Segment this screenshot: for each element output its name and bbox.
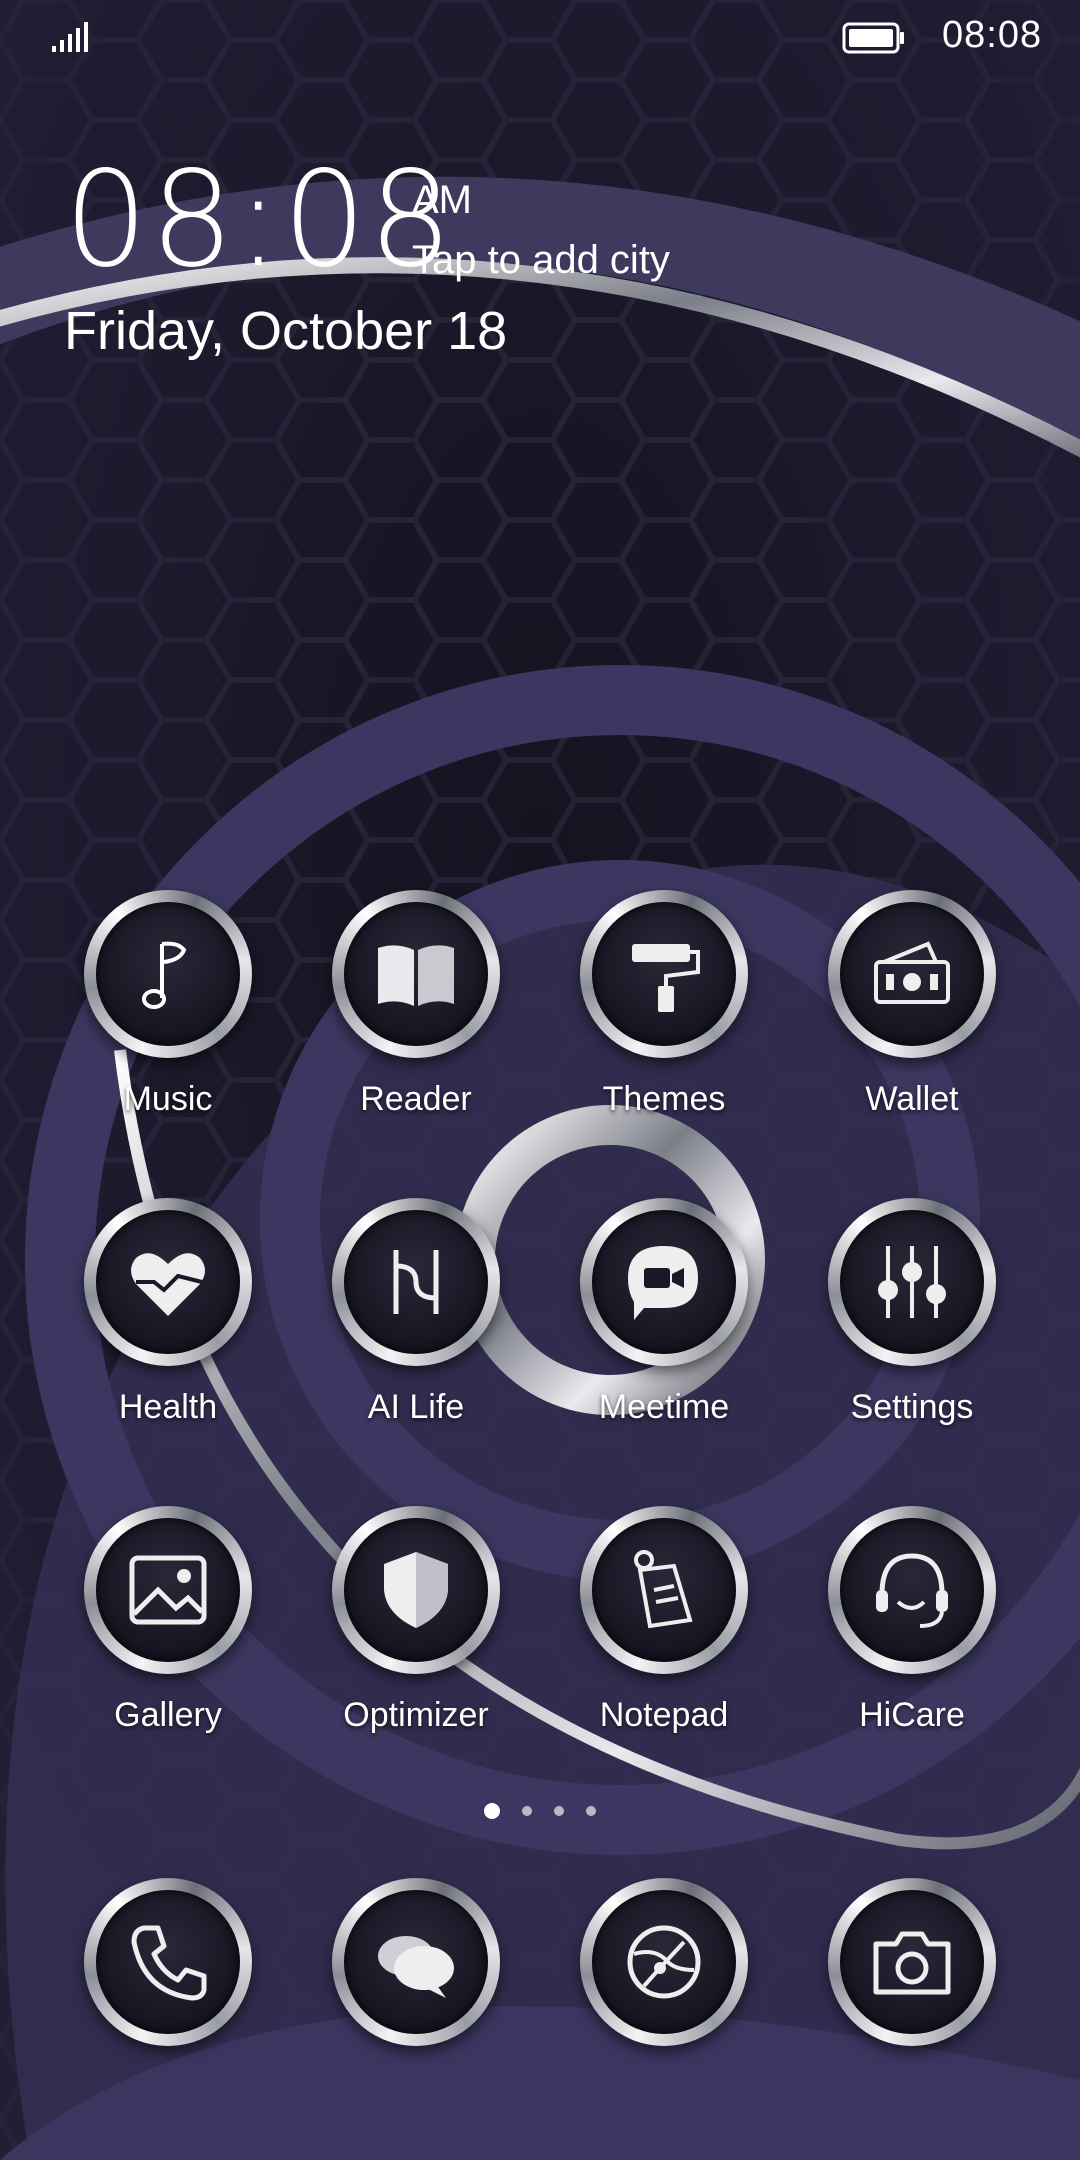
clock-ampm: AM: [412, 178, 472, 222]
page-dot[interactable]: [586, 1806, 596, 1816]
app-icon-frame: [580, 890, 748, 1058]
app-icon-frame: [828, 890, 996, 1058]
app-label: Reader: [360, 1080, 472, 1118]
app-label: Health: [118, 1388, 218, 1426]
app-wallet[interactable]: Wallet: [788, 890, 1036, 1150]
app-icon-frame: [828, 1198, 996, 1366]
app-themes[interactable]: Themes: [540, 890, 788, 1150]
book-icon: [378, 945, 454, 1006]
dock-browser[interactable]: [540, 1878, 788, 2050]
browser-icon: [627, 1925, 701, 1999]
dock-phone[interactable]: [44, 1878, 292, 2050]
app-icon-frame: [332, 1506, 500, 1674]
music-note-icon: [142, 941, 187, 1009]
app-icon-frame: [84, 890, 252, 1058]
page-dot[interactable]: [522, 1806, 532, 1816]
app-icon-frame: [828, 1506, 996, 1674]
video-chat-icon: [628, 1246, 698, 1320]
wallet-icon: [874, 941, 950, 1004]
camera-icon: [873, 1931, 951, 1995]
app-ai-life[interactable]: AI Life: [292, 1198, 540, 1458]
app-label: Settings: [850, 1388, 974, 1426]
app-label: Themes: [602, 1080, 726, 1118]
app-label: Notepad: [599, 1696, 729, 1734]
app-label: Wallet: [865, 1080, 959, 1118]
status-bar: 08:08: [0, 0, 1080, 70]
app-icon-frame: [580, 1878, 748, 2046]
app-icon-frame: [580, 1198, 748, 1366]
app-label: Gallery: [114, 1696, 222, 1734]
app-icon-frame: [84, 1506, 252, 1674]
app-label: Music: [123, 1080, 213, 1118]
notepad-icon: [634, 1550, 693, 1629]
dock-messages[interactable]: [292, 1878, 540, 2050]
app-music[interactable]: Music: [44, 890, 292, 1150]
app-icon-frame: [580, 1506, 748, 1674]
clock-date: Friday, October 18: [64, 301, 508, 361]
heart-icon: [131, 1253, 205, 1316]
app-optimizer[interactable]: Optimizer: [292, 1506, 540, 1766]
app-label: HiCare: [859, 1696, 965, 1734]
app-hicare[interactable]: HiCare: [788, 1506, 1036, 1766]
app-icon-frame: [332, 1878, 500, 2046]
app-settings[interactable]: Settings: [788, 1198, 1036, 1458]
shield-icon: [384, 1552, 448, 1628]
app-icon-frame: [332, 1198, 500, 1366]
app-label: Optimizer: [343, 1696, 489, 1734]
app-icon-frame: [332, 890, 500, 1058]
app-label: AI Life: [367, 1388, 465, 1426]
status-time: 08:08: [942, 14, 1043, 56]
page-dot[interactable]: [554, 1806, 564, 1816]
page-dot-active[interactable]: [484, 1803, 500, 1819]
app-meetime[interactable]: Meetime: [540, 1198, 788, 1458]
app-label: Meetime: [598, 1388, 730, 1426]
sliders-icon: [878, 1246, 946, 1318]
app-icon-frame: [828, 1878, 996, 2046]
page-indicator[interactable]: [480, 1802, 610, 1822]
messages-icon: [378, 1936, 454, 1998]
paint-roller-icon: [632, 944, 700, 1012]
battery-icon: [842, 22, 904, 54]
app-health[interactable]: Health: [44, 1198, 292, 1458]
clock-widget[interactable]: 08:08 AM Tap to add city Friday, October…: [64, 150, 784, 370]
phone-icon: [131, 1925, 207, 2001]
ai-life-icon: [393, 1250, 439, 1314]
app-notepad[interactable]: Notepad: [540, 1506, 788, 1766]
image-icon: [129, 1555, 207, 1625]
clock-time: 08:08: [64, 143, 455, 297]
add-city-link[interactable]: Tap to add city: [412, 238, 670, 283]
app-icon-frame: [84, 1878, 252, 2046]
app-icon-frame: [84, 1198, 252, 1366]
app-reader[interactable]: Reader: [292, 890, 540, 1150]
signal-strength-icon: [52, 22, 88, 52]
headset-icon: [876, 1553, 948, 1628]
dock-camera[interactable]: [788, 1878, 1036, 2050]
app-gallery[interactable]: Gallery: [44, 1506, 292, 1766]
